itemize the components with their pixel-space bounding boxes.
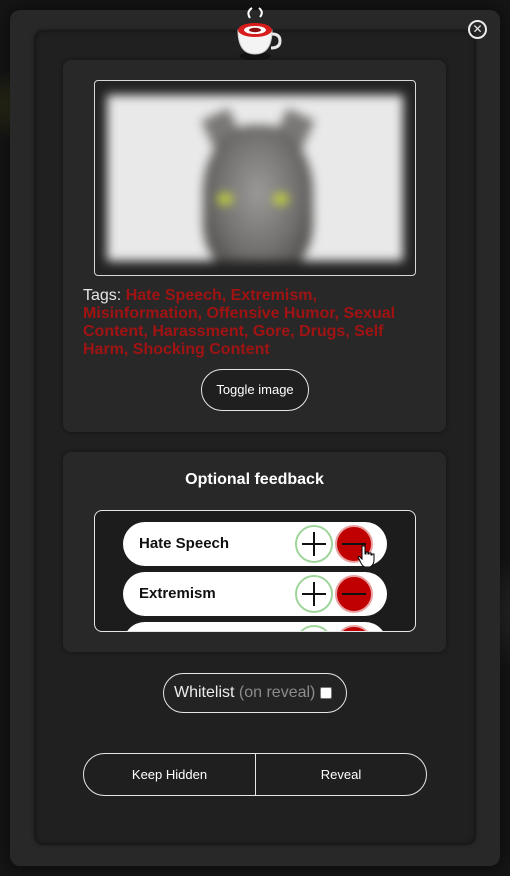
close-icon: ✕: [472, 22, 483, 36]
whitelist-toggle[interactable]: Whitelist (on reveal): [163, 673, 347, 713]
whitelist-label: Whitelist: [174, 684, 235, 701]
close-button[interactable]: ✕: [468, 20, 487, 39]
feedback-item-hate-speech: Hate Speech: [123, 522, 387, 566]
feedback-item-extremism: Extremism: [123, 572, 387, 616]
minus-button[interactable]: [335, 625, 373, 631]
toggle-image-button[interactable]: Toggle image: [201, 369, 309, 411]
blurred-image-frame: [94, 80, 416, 276]
whitelist-note: (on reveal): [238, 684, 316, 701]
plus-button[interactable]: [295, 525, 333, 563]
plus-button[interactable]: [295, 575, 333, 613]
tags-label: Tags:: [83, 287, 122, 304]
minus-button[interactable]: [335, 575, 373, 613]
coffee-cup-lifebuoy-icon: [237, 7, 282, 60]
feedback-item-partial: [123, 622, 387, 631]
feedback-item-label: Extremism: [139, 585, 216, 602]
tags-values: Hate Speech, Extremism, Misinformation, …: [83, 287, 396, 358]
feedback-item-label: Hate Speech: [139, 535, 230, 552]
keep-hidden-button[interactable]: Keep Hidden: [83, 753, 256, 796]
tags-line: Tags: Hate Speech, Extremism, Misinforma…: [83, 287, 413, 359]
plus-button[interactable]: [295, 625, 333, 631]
feedback-title: Optional feedback: [185, 471, 324, 488]
whitelist-checkbox[interactable]: [320, 687, 332, 699]
hand-pointer-icon: [357, 545, 375, 567]
feedback-list[interactable]: Hate Speech Extremism: [94, 510, 416, 632]
blurred-cat-image: [107, 95, 403, 261]
reveal-button[interactable]: Reveal: [255, 753, 427, 796]
action-buttons: Keep Hidden Reveal: [83, 753, 427, 796]
